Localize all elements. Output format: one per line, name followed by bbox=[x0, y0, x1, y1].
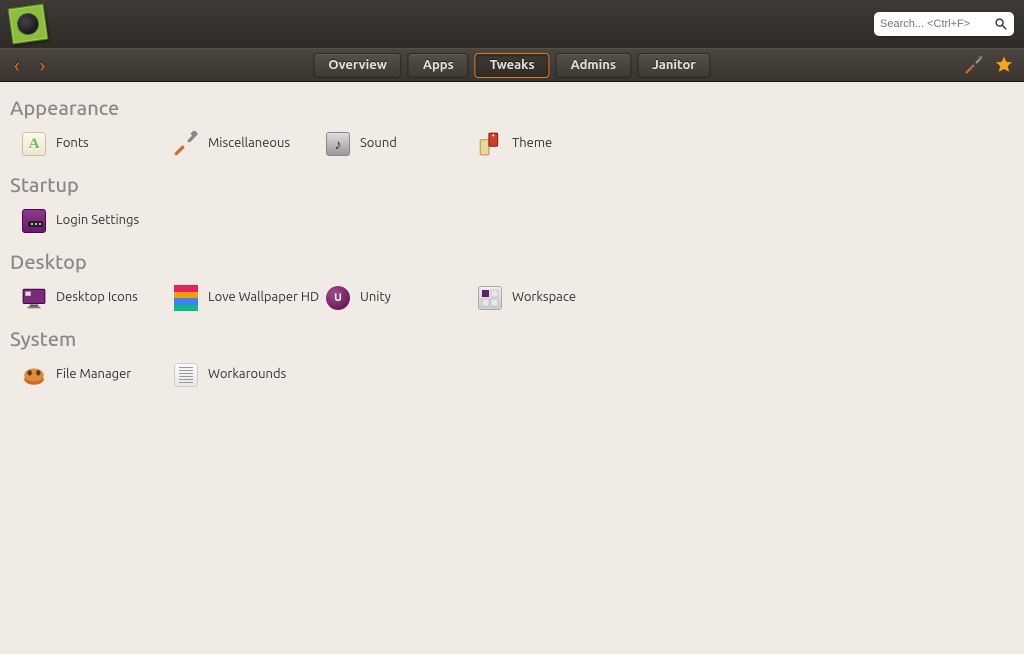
filemgr-icon bbox=[20, 361, 48, 389]
item-label: Sound bbox=[360, 136, 397, 152]
section-title: System bbox=[10, 327, 1016, 350]
item-workarounds[interactable]: Workarounds bbox=[170, 352, 322, 398]
item-wallpaper[interactable]: Love Wallpaper HD bbox=[170, 275, 322, 321]
top-bar bbox=[0, 0, 1024, 48]
forward-button[interactable]: › bbox=[40, 55, 46, 75]
tab-apps[interactable]: Apps bbox=[408, 53, 469, 78]
item-deskicons[interactable]: Desktop Icons bbox=[18, 275, 170, 321]
item-label: Fonts bbox=[56, 136, 89, 152]
sound-icon: ♪ bbox=[324, 130, 352, 158]
item-label: Unity bbox=[360, 290, 391, 306]
item-theme[interactable]: Theme bbox=[474, 121, 626, 167]
deskicons-icon bbox=[20, 284, 48, 312]
item-misc[interactable]: Miscellaneous bbox=[170, 121, 322, 167]
search-input[interactable] bbox=[880, 18, 994, 30]
item-workspace[interactable]: Workspace bbox=[474, 275, 626, 321]
section-grid: A Fonts Miscellaneous ♪ Sound Theme bbox=[18, 121, 1016, 167]
content-area: Appearance A Fonts Miscellaneous ♪ Sound Theme… bbox=[0, 82, 1024, 406]
fonts-icon: A bbox=[20, 130, 48, 158]
app-logo-inner bbox=[16, 12, 41, 37]
tab-label: Tweaks bbox=[490, 58, 535, 72]
item-label: File Manager bbox=[56, 367, 131, 383]
tools-icon[interactable] bbox=[964, 55, 984, 75]
app-logo bbox=[8, 4, 49, 45]
item-label: Theme bbox=[512, 136, 552, 152]
section-title: Desktop bbox=[10, 250, 1016, 273]
item-fonts[interactable]: A Fonts bbox=[18, 121, 170, 167]
section-grid: Login Settings bbox=[18, 198, 1016, 244]
item-label: Workspace bbox=[512, 290, 576, 306]
section-title: Appearance bbox=[10, 96, 1016, 119]
nav-arrows: ‹ › bbox=[14, 55, 45, 75]
unity-icon: U bbox=[324, 284, 352, 312]
tab-overview[interactable]: Overview bbox=[313, 53, 401, 78]
item-unity[interactable]: U Unity bbox=[322, 275, 474, 321]
main-tabs: Overview Apps Tweaks Admins Janitor bbox=[313, 53, 710, 78]
item-label: Love Wallpaper HD bbox=[208, 290, 319, 306]
workarounds-icon bbox=[172, 361, 200, 389]
section-grid: File Manager Workarounds bbox=[18, 352, 1016, 398]
tab-admins[interactable]: Admins bbox=[556, 53, 631, 78]
item-label: Login Settings bbox=[56, 213, 139, 229]
tab-tweaks[interactable]: Tweaks bbox=[475, 53, 550, 78]
tab-label: Admins bbox=[571, 58, 616, 72]
tab-label: Overview bbox=[328, 58, 386, 72]
star-icon[interactable] bbox=[994, 55, 1014, 75]
tab-label: Janitor bbox=[652, 58, 696, 72]
misc-icon bbox=[172, 130, 200, 158]
nav-right bbox=[964, 55, 1014, 75]
search-icon bbox=[994, 17, 1008, 31]
search-box[interactable] bbox=[874, 12, 1014, 36]
item-label: Desktop Icons bbox=[56, 290, 138, 306]
section-title: Startup bbox=[10, 173, 1016, 196]
tab-janitor[interactable]: Janitor bbox=[637, 53, 711, 78]
section-grid: Desktop Icons Love Wallpaper HD U Unity Work… bbox=[18, 275, 1016, 321]
tab-label: Apps bbox=[423, 58, 454, 72]
theme-icon bbox=[476, 130, 504, 158]
item-label: Miscellaneous bbox=[208, 136, 290, 152]
login-icon bbox=[20, 207, 48, 235]
back-button[interactable]: ‹ bbox=[14, 55, 20, 75]
item-sound[interactable]: ♪ Sound bbox=[322, 121, 474, 167]
workspace-icon bbox=[476, 284, 504, 312]
item-login[interactable]: Login Settings bbox=[18, 198, 170, 244]
item-label: Workarounds bbox=[208, 367, 286, 383]
nav-strip: ‹ › Overview Apps Tweaks Admins Janitor bbox=[0, 48, 1024, 82]
item-filemgr[interactable]: File Manager bbox=[18, 352, 170, 398]
wallpaper-icon bbox=[172, 284, 200, 312]
